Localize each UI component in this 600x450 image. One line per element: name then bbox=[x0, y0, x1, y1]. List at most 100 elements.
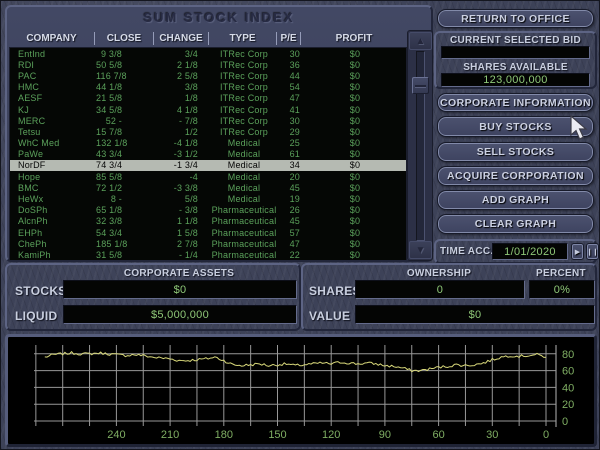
table-row[interactable]: PaWe43 3/4-3 1/2Medical61$0 bbox=[10, 149, 406, 160]
add-graph-button[interactable]: ADD GRAPH bbox=[437, 190, 594, 210]
scrollbar-thumb[interactable] bbox=[412, 77, 429, 94]
time-acceleration-group: TIME ACC. 1/01/2020 ▶ ❙❙ bbox=[434, 239, 597, 264]
corporate-assets-title: CORPORATE ASSETS bbox=[63, 268, 295, 279]
profit-cell: $0 bbox=[302, 82, 407, 92]
pe-cell: 30 bbox=[278, 116, 302, 126]
svg-text:150: 150 bbox=[268, 429, 286, 441]
change-cell: -1 3/4 bbox=[155, 160, 210, 170]
change-cell: - 1/4 bbox=[155, 250, 210, 260]
type-cell: Medical bbox=[210, 149, 278, 159]
time-play-button[interactable]: ▶ bbox=[571, 243, 584, 260]
buy-stocks-button[interactable]: BUY STOCKS bbox=[437, 116, 594, 137]
table-row[interactable]: Hope85 5/8-4Medical20$0 bbox=[10, 171, 406, 182]
table-row[interactable]: KamiPh31 5/8- 1/4Pharmaceutical22$0 bbox=[10, 249, 406, 260]
svg-text:210: 210 bbox=[161, 429, 179, 441]
profit-cell: $0 bbox=[302, 127, 407, 137]
sidebar: RETURN TO OFFICE CURRENT SELECTED BID SH… bbox=[431, 1, 600, 269]
table-row[interactable]: BMC72 1/2-3 3/8Medical45$0 bbox=[10, 182, 406, 193]
liquid-label: LIQUID bbox=[15, 309, 57, 323]
table-row[interactable]: NorDF74 3/4-1 3/4Medical34$0 bbox=[10, 160, 406, 171]
column-header-change: CHANGE bbox=[154, 32, 209, 45]
table-row[interactable]: DoSPh65 1/8- 3/8Pharmaceutical26$0 bbox=[10, 205, 406, 216]
table-row[interactable]: WhC Med132 1/8-4 1/8Medical25$0 bbox=[10, 138, 406, 149]
profit-cell: $0 bbox=[302, 250, 407, 260]
time-pause-button[interactable]: ❙❙ bbox=[586, 243, 599, 260]
column-header-pe: P/E bbox=[277, 32, 301, 45]
pe-cell: 36 bbox=[278, 60, 302, 70]
table-row[interactable]: HMC44 1/83/8ITRec Corp54$0 bbox=[10, 82, 406, 93]
close-cell: 43 3/4 bbox=[96, 149, 155, 159]
current-selected-bid-field[interactable] bbox=[441, 46, 590, 59]
acquire-corporation-button[interactable]: ACQUIRE CORPORATION bbox=[437, 166, 594, 186]
profit-cell: $0 bbox=[302, 116, 407, 126]
sell-stocks-button[interactable]: SELL STOCKS bbox=[437, 142, 594, 162]
svg-text:20: 20 bbox=[562, 399, 574, 411]
change-cell: 2 1/8 bbox=[155, 60, 210, 70]
company-cell: KJ bbox=[10, 105, 96, 115]
change-cell: -3 3/8 bbox=[155, 183, 210, 193]
corporate-information-button[interactable]: CORPORATE INFORMATION bbox=[437, 93, 594, 112]
close-cell: 85 5/8 bbox=[96, 172, 155, 182]
shares-available-field: 123,000,000 bbox=[441, 73, 590, 87]
return-to-office-button[interactable]: RETURN TO OFFICE bbox=[437, 9, 594, 28]
table-row[interactable]: HeWx8 -5/8Medical19$0 bbox=[10, 193, 406, 204]
table-row[interactable]: EntInd9 3/83/4ITRec Corp30$0 bbox=[10, 48, 406, 59]
time-acc-label: TIME ACC. bbox=[440, 246, 493, 257]
close-cell: 72 1/2 bbox=[96, 183, 155, 193]
change-cell: 2 7/8 bbox=[155, 239, 210, 249]
svg-text:80: 80 bbox=[562, 349, 574, 361]
current-selected-bid-label: CURRENT SELECTED BID bbox=[436, 35, 595, 46]
table-row[interactable]: AESF21 5/81/8ITRec Corp47$0 bbox=[10, 93, 406, 104]
scroll-down-button[interactable]: ▼ bbox=[409, 241, 432, 259]
table-row[interactable]: EHPh54 3/41 5/8Pharmaceutical57$0 bbox=[10, 227, 406, 238]
type-cell: ITRec Corp bbox=[210, 127, 278, 137]
company-cell: HeWx bbox=[10, 194, 96, 204]
table-scrollbar[interactable]: ▲ ▼ bbox=[407, 30, 433, 261]
change-cell: -4 bbox=[155, 172, 210, 182]
profit-cell: $0 bbox=[302, 149, 407, 159]
svg-text:180: 180 bbox=[215, 429, 233, 441]
svg-text:30: 30 bbox=[486, 429, 498, 441]
profit-cell: $0 bbox=[302, 194, 407, 204]
pe-cell: 30 bbox=[278, 49, 302, 59]
table-row[interactable]: PAC116 7/82 5/8ITRec Corp44$0 bbox=[10, 70, 406, 81]
table-row[interactable]: MERC52 -- 7/8ITRec Corp30$0 bbox=[10, 115, 406, 126]
type-cell: ITRec Corp bbox=[210, 116, 278, 126]
change-cell: - 3/8 bbox=[155, 205, 210, 215]
panel-title: SUM STOCK INDEX bbox=[7, 10, 431, 25]
company-cell: AESF bbox=[10, 93, 96, 103]
profit-cell: $0 bbox=[302, 93, 407, 103]
profit-cell: $0 bbox=[302, 172, 407, 182]
svg-text:0: 0 bbox=[543, 429, 549, 441]
close-cell: 116 7/8 bbox=[96, 71, 155, 81]
table-row[interactable]: AlcnPh32 3/81 1/8Pharmaceutical45$0 bbox=[10, 216, 406, 227]
scroll-up-button[interactable]: ▲ bbox=[409, 32, 432, 50]
pe-cell: 34 bbox=[278, 160, 302, 170]
type-cell: Medical bbox=[210, 138, 278, 148]
pe-cell: 41 bbox=[278, 105, 302, 115]
close-cell: 9 3/8 bbox=[96, 49, 155, 59]
clear-graph-button[interactable]: CLEAR GRAPH bbox=[437, 214, 594, 234]
stocks-value: $0 bbox=[174, 284, 187, 296]
table-row[interactable]: Tetsu15 7/81/2ITRec Corp29$0 bbox=[10, 126, 406, 137]
close-cell: 74 3/4 bbox=[96, 160, 155, 170]
table-row[interactable]: KJ34 5/84 1/8ITRec Corp41$0 bbox=[10, 104, 406, 115]
type-cell: ITRec Corp bbox=[210, 105, 278, 115]
company-cell: BMC bbox=[10, 183, 96, 193]
stock-index-panel: SUM STOCK INDEX COMPANY CLOSE CHANGE TYP… bbox=[5, 5, 433, 262]
type-cell: Pharmaceutical bbox=[210, 205, 278, 215]
type-cell: Pharmaceutical bbox=[210, 228, 278, 238]
type-cell: Pharmaceutical bbox=[210, 216, 278, 226]
shares-available-value: 123,000,000 bbox=[483, 74, 547, 86]
change-cell: 3/4 bbox=[155, 49, 210, 59]
stock-index-line bbox=[45, 352, 546, 372]
change-cell: - 7/8 bbox=[155, 116, 210, 126]
shares-owned-field: 0 bbox=[355, 280, 525, 299]
time-acc-field: 1/01/2020 bbox=[492, 243, 568, 260]
svg-text:240: 240 bbox=[107, 429, 125, 441]
pe-cell: 61 bbox=[278, 149, 302, 159]
table-row[interactable]: ChePh185 1/82 7/8Pharmaceutical47$0 bbox=[10, 238, 406, 249]
table-row[interactable]: RDI50 5/82 1/8ITRec Corp36$0 bbox=[10, 59, 406, 70]
profit-cell: $0 bbox=[302, 160, 407, 170]
change-cell: 5/8 bbox=[155, 194, 210, 204]
